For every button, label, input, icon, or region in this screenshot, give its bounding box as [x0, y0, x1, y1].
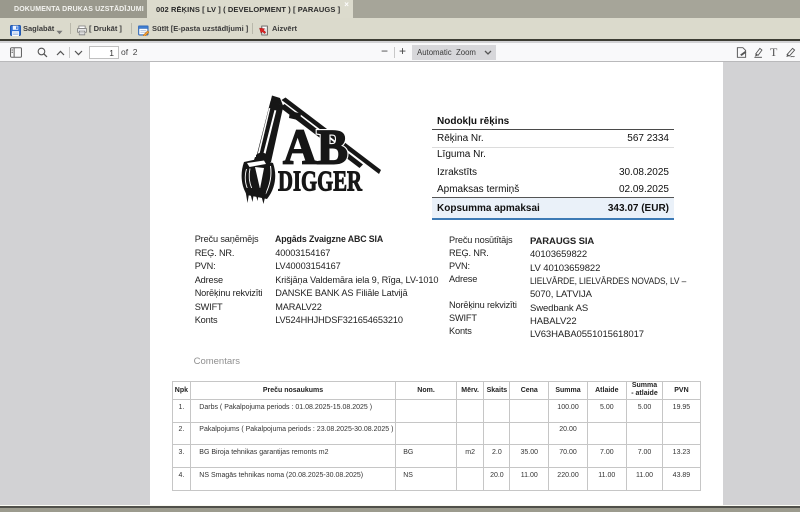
svg-text:DIGGER: DIGGER — [278, 166, 363, 197]
